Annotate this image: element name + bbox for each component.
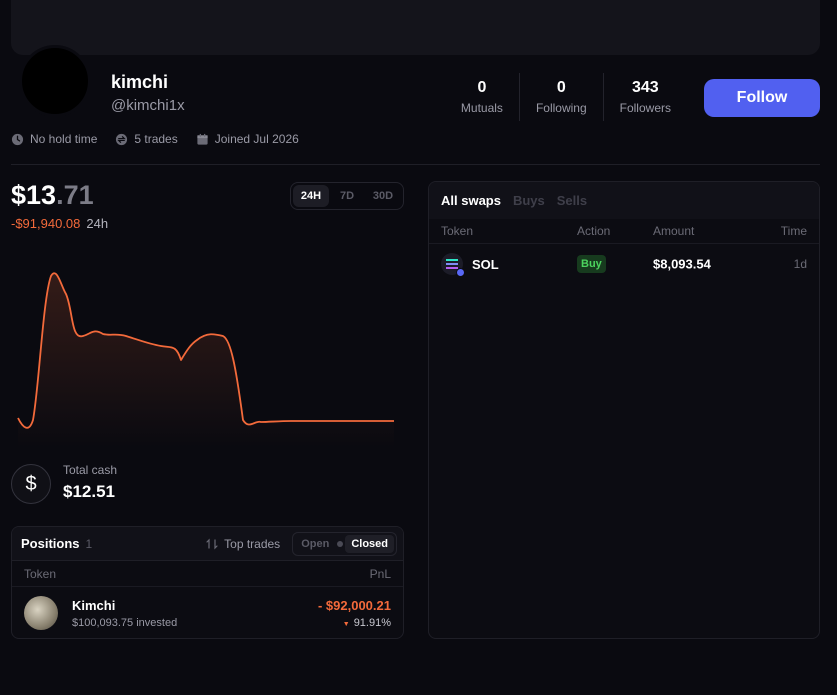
token-avatar [24, 596, 58, 630]
position-pnl-value: - $92,000.21 [317, 597, 391, 613]
positions-panel: Positions 1 Top trades Open Closed Token… [11, 526, 404, 639]
top-trades-label: Top trades [224, 536, 281, 551]
tab-all-swaps[interactable]: All swaps [441, 193, 501, 208]
range-30d-button[interactable]: 30D [365, 185, 401, 207]
portfolio-change-period: 24h [86, 216, 109, 231]
position-pnl-percent-value: 91.91% [353, 616, 391, 629]
stat-mutuals-label: Mutuals [460, 101, 503, 115]
total-cash-value: $12.51 [63, 482, 115, 501]
time-range-selector: 24H 7D 30D [290, 182, 404, 210]
profile-name: kimchi [111, 72, 169, 92]
follow-button[interactable]: Follow [704, 79, 820, 117]
col-amount: Amount [653, 224, 695, 238]
position-pnl: - $92,000.21 ▼ 91.91% [318, 598, 391, 629]
portfolio-value: $13.71 [11, 180, 94, 211]
col-token: Token [24, 566, 57, 581]
profile-stats: 0 Mutuals 0 Following 343 Followers [445, 73, 687, 121]
position-name: Kimchi [72, 597, 116, 613]
open-closed-toggle: Open Closed [292, 531, 397, 556]
tab-sells[interactable]: Sells [557, 193, 587, 208]
top-trades-button[interactable]: Top trades [206, 537, 280, 551]
position-invested: $100,093.75 invested [72, 616, 178, 629]
stat-following-value: 0 [556, 79, 566, 96]
sort-icon [206, 538, 218, 549]
buy-badge: Buy [577, 255, 606, 273]
swap-amount: $8,093.54 [653, 256, 711, 272]
meta-joined: Joined Jul 2026 [196, 132, 299, 146]
portfolio-change-value: -$91,940.08 [11, 216, 81, 231]
portfolio-chart[interactable] [11, 248, 404, 448]
total-cash-label: Total cash [63, 463, 118, 477]
section-divider [11, 164, 820, 165]
swap-token-name: SOL [472, 256, 499, 272]
stat-mutuals-value: 0 [477, 79, 487, 96]
stat-following-label: Following [535, 101, 587, 115]
col-token: Token [441, 224, 474, 238]
swaps-tabs: All swaps Buys Sells [429, 182, 819, 219]
range-24h-button[interactable]: 24H [293, 185, 329, 207]
profile-meta: No hold time 5 trades Joined Jul 2026 [11, 132, 317, 146]
portfolio-value-dec: .71 [56, 180, 94, 210]
stat-followers[interactable]: 343 Followers [602, 73, 687, 121]
toggle-open[interactable]: Open [295, 535, 335, 553]
range-7d-button[interactable]: 7D [329, 185, 365, 207]
swap-icon [116, 133, 128, 145]
avatar[interactable] [19, 45, 91, 117]
calendar-icon [197, 133, 208, 145]
table-row[interactable]: Kimchi $100,093.75 invested - $92,000.21… [12, 587, 403, 638]
meta-hold-time: No hold time [11, 132, 97, 146]
toggle-closed[interactable]: Closed [345, 534, 394, 553]
position-info: Kimchi $100,093.75 invested [72, 598, 177, 629]
swap-time: 1d [793, 257, 807, 271]
col-action: Action [577, 224, 611, 238]
down-arrow-icon: ▼ [342, 620, 350, 628]
col-time: Time [780, 224, 807, 238]
swap-token: SOL [441, 253, 499, 277]
toggle-dot-icon [337, 540, 344, 547]
positions-header: Positions 1 Top trades Open Closed [12, 527, 403, 561]
portfolio-value-int: $13 [11, 180, 57, 210]
solana-icon [441, 253, 465, 277]
profile-banner [11, 0, 820, 55]
portfolio-change: -$91,940.08 24h [11, 216, 108, 231]
clock-icon [11, 133, 24, 145]
meta-joined-label: Joined Jul 2026 [214, 132, 299, 146]
meta-trades-label: 5 trades [134, 132, 178, 146]
meta-hold-time-label: No hold time [30, 132, 98, 146]
positions-columns: Token PnL [12, 561, 403, 587]
col-pnl: PnL [369, 566, 391, 581]
profile-handle: @kimchi1x [111, 97, 185, 114]
swaps-columns: Token Action Amount Time [429, 219, 819, 244]
dollar-icon: $ [11, 464, 51, 504]
positions-count: 1 [85, 536, 93, 551]
tab-buys[interactable]: Buys [513, 193, 545, 208]
meta-trades: 5 trades [115, 132, 178, 146]
stat-followers-value: 343 [631, 79, 659, 96]
stat-following[interactable]: 0 Following [518, 73, 603, 121]
stat-mutuals[interactable]: 0 Mutuals [445, 73, 519, 121]
positions-title: Positions [21, 536, 80, 551]
verified-badge-icon [456, 268, 465, 277]
table-row[interactable]: SOL Buy $8,093.54 1d [429, 244, 819, 284]
swaps-panel: All swaps Buys Sells Token Action Amount… [428, 181, 820, 639]
position-pnl-percent: ▼ 91.91% [343, 617, 391, 629]
stat-followers-label: Followers [619, 101, 671, 115]
